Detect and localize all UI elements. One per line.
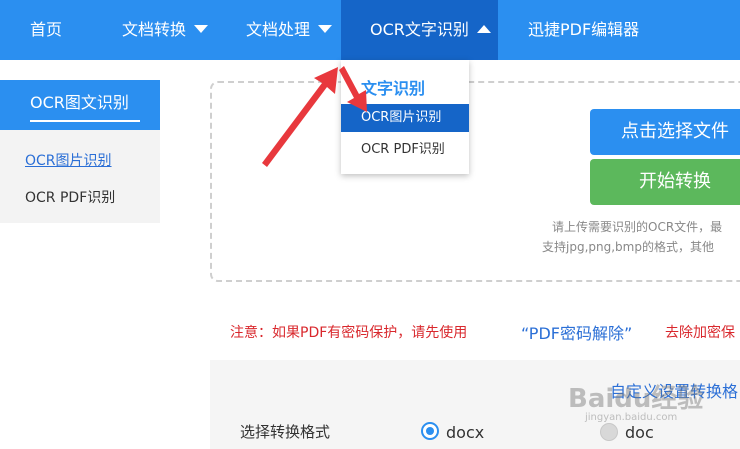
settings-panel: 自定义设置转换格 选择转换格式 docx doc (210, 360, 740, 449)
nav-home[interactable]: 首页 (30, 0, 62, 60)
start-convert-button[interactable]: 开始转换 (590, 159, 740, 205)
radio-docx[interactable] (421, 422, 439, 440)
password-notice-suffix: 去除加密保 (665, 325, 735, 341)
nav-home-label: 首页 (30, 20, 63, 39)
upload-dropzone[interactable]: 点击选择文件 开始转换 请上传需要识别的OCR文件，最 支持jpg,png,bm… (210, 81, 740, 282)
sidebar-title-underline (30, 120, 140, 122)
settings-title: 自定义设置转换格 (610, 382, 739, 401)
top-navigation: 首页 文档转换 文档处理 OCR文字识别 迅捷PDF编辑器 (0, 0, 740, 60)
sidebar-item-ocr-pdf[interactable]: OCR PDF识别 (25, 187, 115, 207)
upload-hint-line1: 请上传需要识别的OCR文件，最 (552, 220, 723, 234)
caret-up-icon (476, 24, 491, 33)
nav-doc-process-label: 文档处理 (246, 20, 311, 39)
select-file-button[interactable]: 点击选择文件 (590, 109, 740, 155)
caret-down-icon (318, 24, 333, 33)
sidebar-item-ocr-image[interactable]: OCR图片识别 (25, 150, 112, 170)
dropdown-item-ocr-image[interactable]: OCR图片识别 (341, 104, 469, 132)
caret-down-icon (194, 24, 209, 33)
sidebar-header: OCR图文识别 (0, 80, 160, 130)
format-label: 选择转换格式 (240, 423, 331, 441)
nav-doc-process[interactable]: 文档处理 (246, 0, 333, 60)
radio-doc-label: doc (625, 423, 654, 442)
sidebar: OCR图文识别 OCR图片识别 OCR PDF识别 (0, 80, 160, 223)
sidebar-title: OCR图文识别 (30, 93, 129, 112)
ocr-dropdown-menu: 文字识别 OCR图片识别 OCR PDF识别 (341, 60, 469, 174)
nav-doc-convert[interactable]: 文档转换 (122, 0, 209, 60)
nav-pdf-editor-label: 迅捷PDF编辑器 (528, 20, 640, 39)
password-notice: 注意：如果PDF有密码保护，请先使用 (230, 325, 468, 341)
pdf-unlock-link[interactable]: “PDF密码解除” (521, 320, 632, 344)
nav-doc-convert-label: 文档转换 (122, 20, 187, 39)
dropdown-item-ocr-pdf[interactable]: OCR PDF识别 (341, 136, 469, 164)
dropdown-title: 文字识别 (361, 79, 426, 98)
radio-docx-label: docx (446, 423, 485, 442)
radio-doc[interactable] (600, 423, 618, 441)
nav-pdf-editor[interactable]: 迅捷PDF编辑器 (528, 0, 639, 60)
nav-ocr-label: OCR文字识别 (370, 20, 469, 39)
nav-ocr[interactable]: OCR文字识别 (341, 0, 498, 60)
upload-hint-line2: 支持jpg,png,bmp的格式，其他 (542, 240, 714, 254)
